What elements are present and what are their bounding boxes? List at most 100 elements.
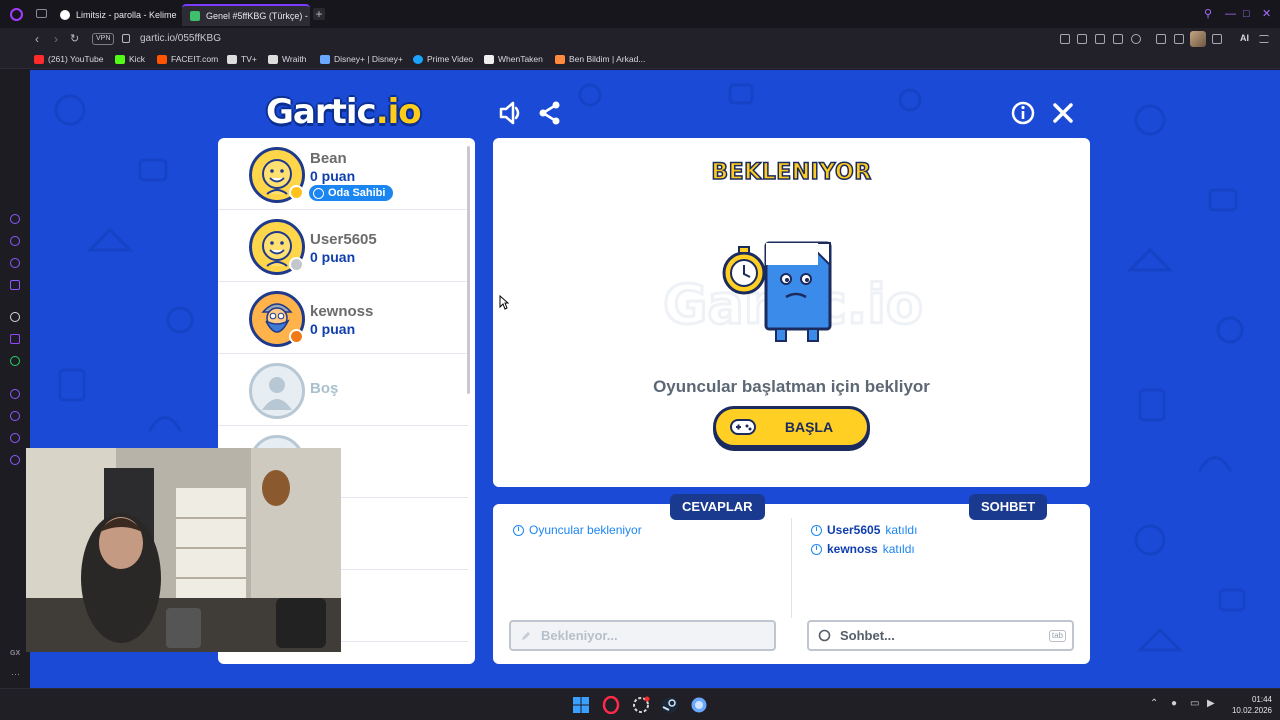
windows-taskbar: ⌃ ● ▭ ▶ 01:44 10.02.2026 [0, 688, 1280, 720]
close-window-icon[interactable]: ✕ [1262, 8, 1271, 20]
sidebar-clock-icon[interactable] [10, 411, 20, 421]
bookmark-page-icon[interactable] [1060, 34, 1070, 44]
address-bar: ‹ › ↻ VPN gartic.io/055ffKBG AI [0, 28, 1280, 50]
tab-gartic[interactable]: Genel #5ffKBG (Türkçe) - [182, 4, 310, 26]
chat-input[interactable]: Sohbet... tab [807, 620, 1074, 651]
sidebar-twitch-icon[interactable] [10, 334, 20, 344]
sidebar-chatgpt-icon[interactable] [10, 312, 20, 322]
tab-answers[interactable]: CEVAPLAR [670, 494, 765, 520]
minimize-icon[interactable]: — [1225, 8, 1236, 20]
answer-input[interactable]: Bekleniyor... [509, 620, 776, 651]
bookmark-whentaken[interactable]: WhenTaken [484, 53, 543, 65]
tab-chat[interactable]: SOHBET [969, 494, 1048, 520]
sidebar-extensions-icon[interactable] [10, 433, 20, 443]
kick-icon [115, 54, 125, 64]
chat-join-message: i kewnoss katıldı [811, 542, 915, 556]
user-silhouette-icon [262, 377, 292, 410]
snapshot-icon[interactable] [1077, 34, 1087, 44]
search-tabs-icon[interactable]: ⚲ [1204, 8, 1212, 20]
menu-icon[interactable] [1259, 35, 1269, 43]
reload-icon[interactable]: ↻ [70, 32, 79, 46]
sidebar-aria-icon[interactable] [10, 214, 20, 224]
bookmark-disney[interactable]: Disney+ | Disney+ [320, 53, 403, 65]
tab-parolla[interactable]: Limitsiz - parolla - Kelime [52, 4, 180, 26]
info-icon: i [811, 524, 822, 536]
sidebar-messenger-icon[interactable] [10, 280, 20, 290]
whentaken-icon [484, 54, 494, 64]
bookmark-label: Disney+ | Disney+ [334, 54, 403, 64]
player-row[interactable]: Bean 0 puan Oda Sahibi [218, 138, 468, 210]
browser-taskbar-icon[interactable] [690, 696, 708, 714]
info-icon[interactable] [1010, 100, 1036, 126]
puzzle-extensions-icon[interactable] [1174, 34, 1184, 44]
status-title: BEKLENIYOR [711, 159, 872, 186]
bookmark-faceit[interactable]: FACEIT.com [157, 53, 218, 65]
lock-icon[interactable] [122, 34, 130, 43]
sound-icon[interactable] [497, 100, 523, 126]
empty-avatar [249, 363, 305, 419]
heart-icon[interactable] [1131, 34, 1141, 44]
opera-logo-icon[interactable] [10, 8, 23, 21]
player-icon[interactable] [1113, 34, 1123, 44]
player-row[interactable]: kewnoss 0 puan [218, 282, 468, 354]
new-tab-button[interactable]: + [313, 8, 325, 20]
panel-divider [791, 518, 792, 618]
logo-suffix-text: .io [375, 92, 422, 132]
bookmark-youtube[interactable]: (261) YouTube [34, 53, 103, 65]
vpn-badge[interactable]: VPN [92, 33, 115, 45]
chat-input-placeholder: Sohbet... [840, 628, 895, 643]
empty-slot-label: Boş [310, 380, 339, 397]
steam-taskbar-icon[interactable] [661, 696, 679, 714]
start-game-button[interactable]: BAŞLA [713, 406, 870, 448]
url-field[interactable]: gartic.io/055ffKBG [140, 32, 221, 46]
sidebar-settings-icon[interactable] [10, 455, 20, 465]
waiting-clock-character-icon: Gartic.io [662, 241, 924, 342]
bookmark-kick[interactable]: Kick [115, 53, 145, 65]
opera-gx-taskbar-icon[interactable] [602, 696, 620, 714]
profile-avatar[interactable] [1190, 31, 1206, 47]
bookmark-wraith[interactable]: Wraith [268, 53, 306, 65]
sidebar-whatsapp-icon[interactable] [10, 356, 20, 366]
tray-chevron-icon[interactable]: ⌃ [1150, 698, 1158, 710]
start-button-label: BAŞLA [784, 419, 834, 435]
player-score: 0 puan [310, 168, 356, 184]
app-taskbar-icon[interactable] [632, 696, 650, 714]
answers-system-message: i Oyuncular bekleniyor [513, 523, 642, 537]
tab-islands-icon[interactable] [36, 9, 47, 18]
info-icon: i [513, 524, 524, 536]
youtube-icon [34, 54, 44, 64]
maximize-icon[interactable]: □ [1243, 8, 1250, 20]
bookmark-label: (261) YouTube [48, 54, 104, 64]
system-clock[interactable]: 01:44 10.02.2026 [1228, 694, 1272, 716]
bookmark-label: Kick [129, 54, 146, 64]
message-text: katıldı [882, 542, 915, 556]
close-game-icon[interactable] [1050, 100, 1076, 126]
player-score: 0 puan [310, 321, 356, 337]
sidebar-history-icon[interactable] [10, 389, 20, 399]
adblock-shield-icon[interactable] [1095, 34, 1105, 44]
benbildim-icon [555, 54, 565, 64]
bookmark-label: TV+ [241, 54, 257, 64]
bookmark-benbildim[interactable]: Ben Bildim | Arkad... [555, 53, 645, 65]
prime-video-icon [413, 54, 423, 64]
aria-ai-button[interactable]: AI [1240, 33, 1249, 43]
microphone-icon[interactable]: ● [1171, 698, 1177, 710]
player-row[interactable]: User5605 0 puan [218, 210, 468, 282]
gartic-favicon-icon [190, 11, 200, 21]
sidebar-more-icon[interactable]: ⋯ [11, 669, 20, 680]
windows-start-icon[interactable] [572, 696, 590, 714]
bookmark-prime[interactable]: Prime Video [413, 53, 473, 65]
sidebar-player-icon[interactable] [10, 258, 20, 268]
volume-icon[interactable]: ▶ [1207, 698, 1215, 710]
players-scrollbar[interactable] [467, 146, 470, 394]
download-icon[interactable] [1212, 34, 1222, 44]
message-user: kewnoss [827, 542, 878, 556]
bookmark-tvplus[interactable]: TV+ [227, 53, 257, 65]
sidebar-crypto-icon[interactable] [10, 236, 20, 246]
share-icon[interactable] [537, 100, 563, 126]
display-icon[interactable]: ▭ [1190, 698, 1199, 710]
forward-icon[interactable]: › [54, 32, 58, 46]
back-icon[interactable]: ‹ [35, 32, 39, 46]
waiting-message: Oyuncular başlatman için bekliyor [653, 377, 930, 396]
extension-icon[interactable] [1156, 34, 1166, 44]
